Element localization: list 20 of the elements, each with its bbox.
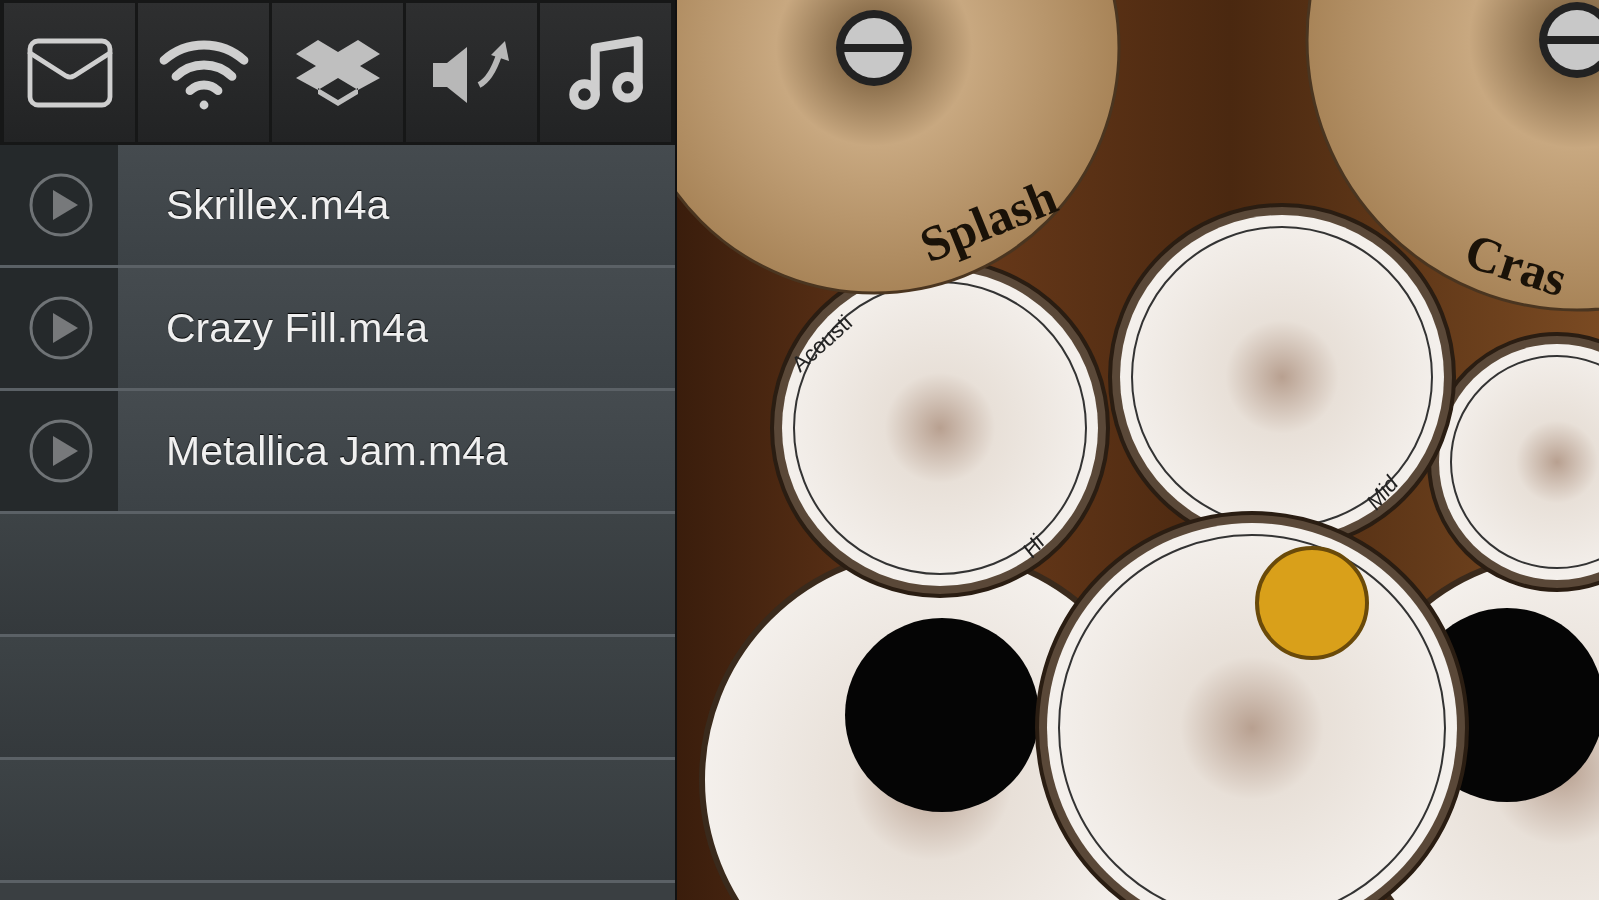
cymbal-label: Splash — [912, 168, 1065, 274]
play-button[interactable] — [28, 295, 94, 361]
play-button[interactable] — [28, 418, 94, 484]
wifi-button[interactable] — [138, 3, 269, 142]
recording-name: Skrillex.m4a — [166, 181, 390, 229]
music-button[interactable] — [540, 3, 671, 142]
play-icon — [28, 172, 94, 238]
recording-row[interactable]: Crazy Fill.m4a — [0, 268, 675, 391]
recording-row[interactable]: Skrillex.m4a — [0, 145, 675, 268]
play-button[interactable] — [28, 172, 94, 238]
play-icon — [28, 295, 94, 361]
recording-row[interactable]: Metallica Jam.m4a — [0, 391, 675, 514]
speaker-button[interactable] — [406, 3, 537, 142]
recording-name: Metallica Jam.m4a — [166, 427, 508, 475]
cymbal-label: Cras — [1458, 222, 1574, 308]
play-icon — [28, 418, 94, 484]
drum-label: Hi — [1017, 530, 1050, 563]
mail-button[interactable] — [4, 3, 135, 142]
recording-name: Crazy Fill.m4a — [166, 304, 428, 352]
box-button[interactable] — [272, 3, 403, 142]
